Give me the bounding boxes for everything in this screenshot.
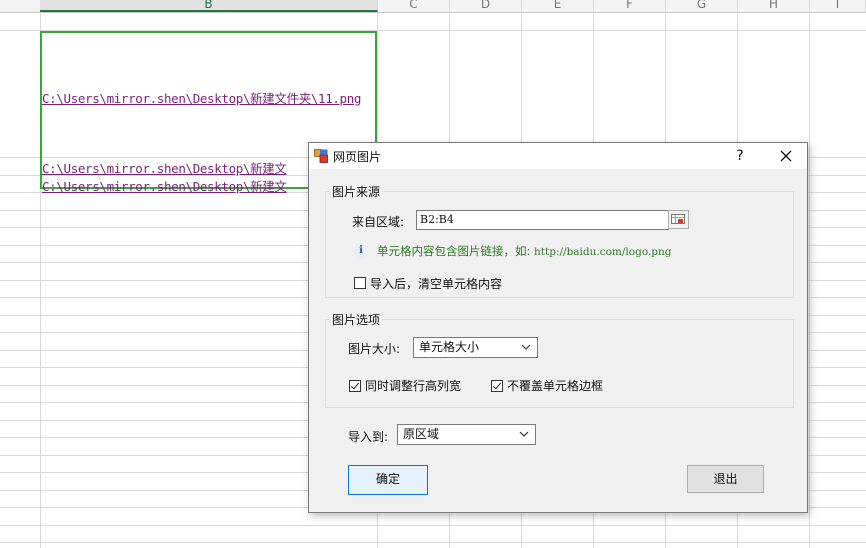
column-header-c[interactable]: C [378, 0, 450, 12]
info-icon: i [354, 244, 368, 258]
chevron-down-icon [521, 344, 531, 350]
image-options-group [325, 319, 794, 408]
column-header-i[interactable]: I [810, 0, 866, 12]
exit-button[interactable]: 退出 [687, 465, 764, 493]
clear-after-import-checkbox[interactable] [354, 277, 366, 289]
import-to-select[interactable]: 原区域 [397, 424, 536, 445]
range-label: 来自区域: [352, 215, 405, 229]
close-icon [780, 150, 792, 162]
image-options-group-title: 图片选项 [330, 311, 383, 328]
range-input[interactable]: B2:B4 [416, 210, 669, 230]
image-size-value: 单元格大小 [419, 340, 480, 354]
column-header-e[interactable]: E [522, 0, 594, 12]
range-picker-icon [671, 214, 685, 224]
adjust-row-col-checkbox[interactable] [349, 380, 361, 392]
ok-button[interactable]: 确定 [348, 465, 428, 495]
hint-text: 单元格内容包含图片链接，如: http://baidu.com/logo.png [377, 243, 672, 259]
cell-b2-link[interactable]: C:\Users\mirror.shen\Desktop\新建文件夹\11.pn… [42, 88, 361, 107]
grid-line [0, 542, 866, 543]
column-header-g[interactable]: G [666, 0, 738, 12]
import-to-value: 原区域 [403, 427, 440, 441]
grid-line [0, 525, 866, 526]
dialog-title: 网页图片 [333, 150, 382, 164]
cell-b3-link[interactable]: C:\Users\mirror.shen\Desktop\新建文 [42, 158, 287, 177]
dialog-titlebar[interactable]: 网页图片 ? [309, 143, 807, 169]
adjust-row-col-label[interactable]: 同时调整行高列宽 [365, 377, 461, 394]
help-button[interactable]: ? [729, 145, 751, 167]
app-icon [314, 149, 328, 163]
image-size-select[interactable]: 单元格大小 [413, 337, 538, 358]
no-cover-border-checkbox[interactable] [491, 380, 503, 392]
range-picker-button[interactable] [668, 210, 689, 229]
hint-url: http://baidu.com/logo.png [534, 246, 672, 258]
import-to-label: 导入到: [348, 430, 389, 444]
no-cover-border-label[interactable]: 不覆盖单元格边框 [507, 377, 603, 394]
image-source-group-title: 图片来源 [330, 183, 383, 200]
clear-after-import-label[interactable]: 导入后，清空单元格内容 [370, 275, 502, 292]
column-header-h[interactable]: H [738, 0, 810, 12]
column-header-d[interactable]: D [450, 0, 522, 12]
cell-b4-link[interactable]: C:\Users\mirror.shen\Desktop\新建文 [42, 176, 287, 195]
chevron-down-icon [519, 431, 529, 437]
column-header-b[interactable]: B [40, 0, 378, 12]
image-size-label: 图片大小: [348, 342, 401, 356]
hint-label: 单元格内容包含图片链接，如: [377, 244, 531, 258]
web-image-dialog: 网页图片 ? 图片来源 来自区域: B2:B4 i 单元格内容包含图片链接，如:… [308, 142, 808, 513]
close-button[interactable] [771, 144, 801, 168]
column-header-f[interactable]: F [594, 0, 666, 12]
